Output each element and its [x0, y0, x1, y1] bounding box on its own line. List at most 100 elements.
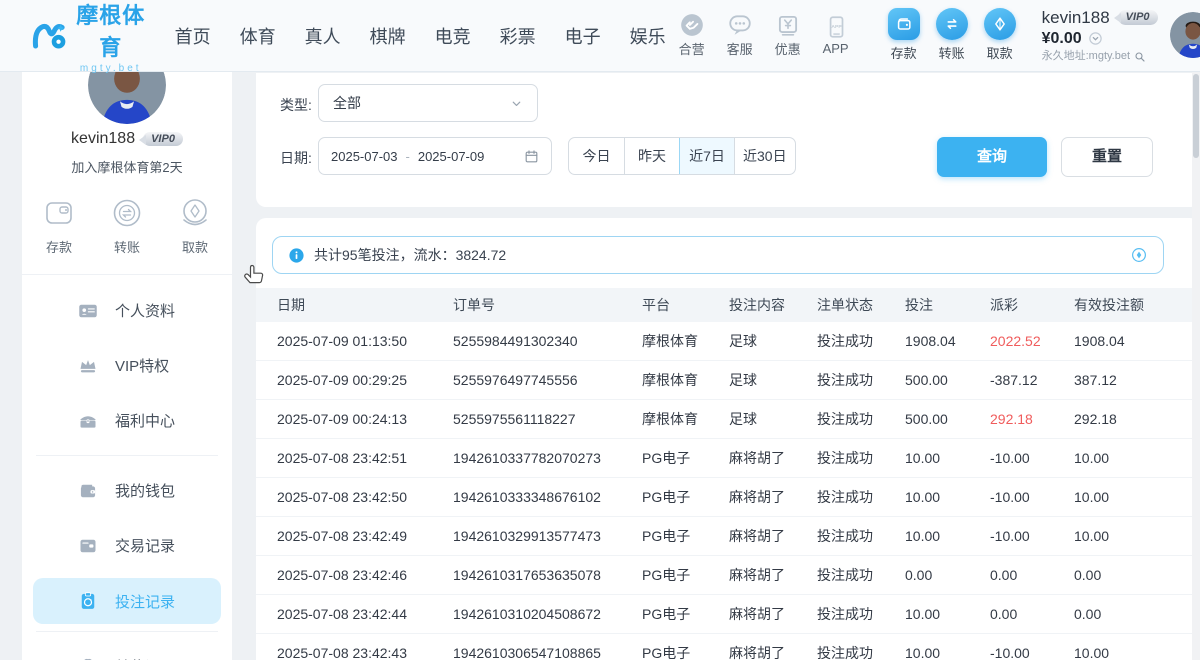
filter-panel: 类型: 全部 日期: 2025-07-03 - 2025-07-09 今日 昨天…	[256, 73, 1200, 207]
date-from: 2025-07-03	[331, 149, 398, 164]
table-row: 2025-07-09 00:29:25 5255976497745556 摩根体…	[256, 361, 1200, 400]
handshake-icon	[679, 12, 705, 38]
date-range-picker[interactable]: 2025-07-03 - 2025-07-09	[318, 137, 552, 175]
treasure-box-icon	[78, 411, 98, 431]
type-filter-label: 类型:	[280, 95, 312, 115]
diamond-icon	[984, 8, 1016, 40]
page-scrollbar	[1192, 72, 1200, 660]
divider	[22, 274, 232, 275]
info-icon	[288, 247, 305, 264]
range-today-button[interactable]: 今日	[569, 138, 624, 174]
table-header-row: 日期 订单号 平台 投注内容 注单状态 投注 派彩 有效投注额	[256, 288, 1200, 322]
joined-days-text: 加入摩根体育第2天	[22, 157, 232, 176]
sidebar-deposit-button[interactable]: 存款	[40, 194, 78, 256]
withdraw-button[interactable]: 取款	[976, 8, 1024, 62]
nav-sports[interactable]: 体育	[240, 23, 276, 49]
permanent-address: 永久地址:mgty.bet	[1042, 50, 1130, 63]
query-button[interactable]: 查询	[937, 137, 1047, 177]
wallet-icon	[78, 481, 98, 501]
summary-expand-button[interactable]	[1130, 246, 1148, 264]
deposit-outline-icon	[40, 194, 78, 232]
bet-records-table: 日期 订单号 平台 投注内容 注单状态 投注 派彩 有效投注额 2025-07-…	[256, 288, 1200, 660]
sidebar-withdraw-button[interactable]: 取款	[176, 194, 214, 256]
header-avatar[interactable]	[1170, 12, 1200, 58]
withdraw-outline-icon	[176, 194, 214, 232]
range-yesterday-button[interactable]: 昨天	[624, 138, 679, 174]
calendar-icon	[524, 149, 539, 164]
user-info[interactable]: kevin188 VIP0 ¥0.00 永久地址:mgty.bet	[1042, 8, 1158, 64]
brand-domain: mgty.bet	[75, 63, 147, 74]
crown-icon	[78, 356, 98, 376]
sidebar: kevin188 VIP0 加入摩根体育第2天 存款 转账	[22, 72, 232, 660]
sidebar-item-vip[interactable]: VIP特权	[22, 338, 232, 393]
divider	[36, 631, 218, 632]
scrollbar-thumb[interactable]	[1193, 74, 1199, 158]
brand-name: 摩根体育	[75, 0, 147, 62]
gift-icon	[78, 657, 98, 660]
date-separator: -	[406, 149, 410, 164]
circle-diamond-icon	[1130, 246, 1148, 264]
profile-vip-badge: VIP0	[143, 132, 183, 146]
summary-bar: 共计95笔投注，流水：3824.72	[272, 236, 1164, 274]
table-row: 2025-07-08 23:42:43 1942610306547108865 …	[256, 634, 1200, 660]
reset-button[interactable]: 重置	[1061, 137, 1153, 177]
table-row: 2025-07-09 01:13:50 5255984491302340 摩根体…	[256, 322, 1200, 361]
sidebar-item-profile[interactable]: 个人资料	[22, 283, 232, 338]
sidebar-item-redeem-records[interactable]: 兑奖记录	[22, 639, 232, 660]
type-select-value: 全部	[333, 93, 361, 113]
main-nav: 首页 体育 真人 棋牌 电竞 彩票 电子 娱乐	[175, 23, 666, 49]
date-to: 2025-07-09	[418, 149, 485, 164]
type-select[interactable]: 全部	[318, 84, 538, 122]
table-row: 2025-07-08 23:42:46 1942610317653635078 …	[256, 556, 1200, 595]
magnifier-icon[interactable]	[1134, 51, 1146, 63]
chevron-down-icon	[510, 97, 523, 110]
deposit-button[interactable]: 存款	[880, 8, 928, 62]
nav-lottery[interactable]: 彩票	[500, 23, 536, 49]
nav-live[interactable]: 真人	[305, 23, 341, 49]
divider	[36, 455, 218, 456]
balance-expand-icon[interactable]	[1088, 31, 1103, 46]
date-quick-ranges: 今日 昨天 近7日 近30日	[568, 137, 796, 175]
summary-text: 共计95笔投注，流水：3824.72	[314, 245, 506, 265]
table-row: 2025-07-08 23:42:49 1942610329913577473 …	[256, 517, 1200, 556]
chat-bubble-icon	[727, 12, 753, 38]
transaction-card-icon	[78, 536, 98, 556]
wallet-icon	[888, 8, 920, 40]
balance-amount: ¥0.00	[1042, 29, 1082, 48]
logo-icon	[32, 15, 68, 57]
sidebar-menu: 个人资料 VIP特权 福利中心 我的钱包	[22, 283, 232, 660]
date-filter-label: 日期:	[280, 148, 312, 168]
vip-badge: VIP0	[1118, 10, 1158, 25]
nav-cards[interactable]: 棋牌	[370, 23, 406, 49]
nav-esports[interactable]: 电竞	[435, 23, 471, 49]
yuan-ticket-icon	[775, 12, 801, 38]
exchange-icon	[936, 8, 968, 40]
id-card-icon	[78, 301, 98, 321]
sidebar-item-wallet[interactable]: 我的钱包	[22, 463, 232, 518]
profile-username: kevin188	[71, 130, 135, 148]
transfer-button[interactable]: 转账	[928, 8, 976, 62]
clipboard-refresh-icon	[78, 591, 98, 611]
avatar-photo-icon	[1170, 12, 1200, 58]
promo-button[interactable]: 优惠	[766, 12, 810, 58]
range-30days-button[interactable]: 近30日	[734, 138, 795, 174]
nav-slots[interactable]: 电子	[565, 23, 601, 49]
table-row: 2025-07-08 23:42:51 1942610337782070273 …	[256, 439, 1200, 478]
table-row: 2025-07-08 23:42:50 1942610333348676102 …	[256, 478, 1200, 517]
brand-logo[interactable]: 摩根体育 mgty.bet	[32, 0, 147, 74]
nav-home[interactable]: 首页	[175, 23, 211, 49]
sidebar-item-transactions[interactable]: 交易记录	[22, 518, 232, 573]
table-row: 2025-07-09 00:24:13 5255975561118227 摩根体…	[256, 400, 1200, 439]
nav-entertainment[interactable]: 娱乐	[630, 23, 666, 49]
username: kevin188	[1042, 8, 1110, 28]
support-button[interactable]: 客服	[718, 12, 762, 58]
bet-records-panel: 共计95笔投注，流水：3824.72 日期 订单号 平台 投注内容 注单状态 投…	[256, 218, 1200, 660]
sidebar-item-bet-records[interactable]: 投注记录	[33, 578, 221, 624]
app-download-button[interactable]: APP APP	[814, 14, 858, 56]
partner-button[interactable]: 合营	[670, 12, 714, 58]
range-7days-button[interactable]: 近7日	[679, 138, 734, 174]
sidebar-transfer-button[interactable]: 转账	[108, 194, 146, 256]
mobile-app-icon: APP	[823, 14, 849, 40]
sidebar-item-welfare[interactable]: 福利中心	[22, 393, 232, 448]
transfer-outline-icon	[108, 194, 146, 232]
